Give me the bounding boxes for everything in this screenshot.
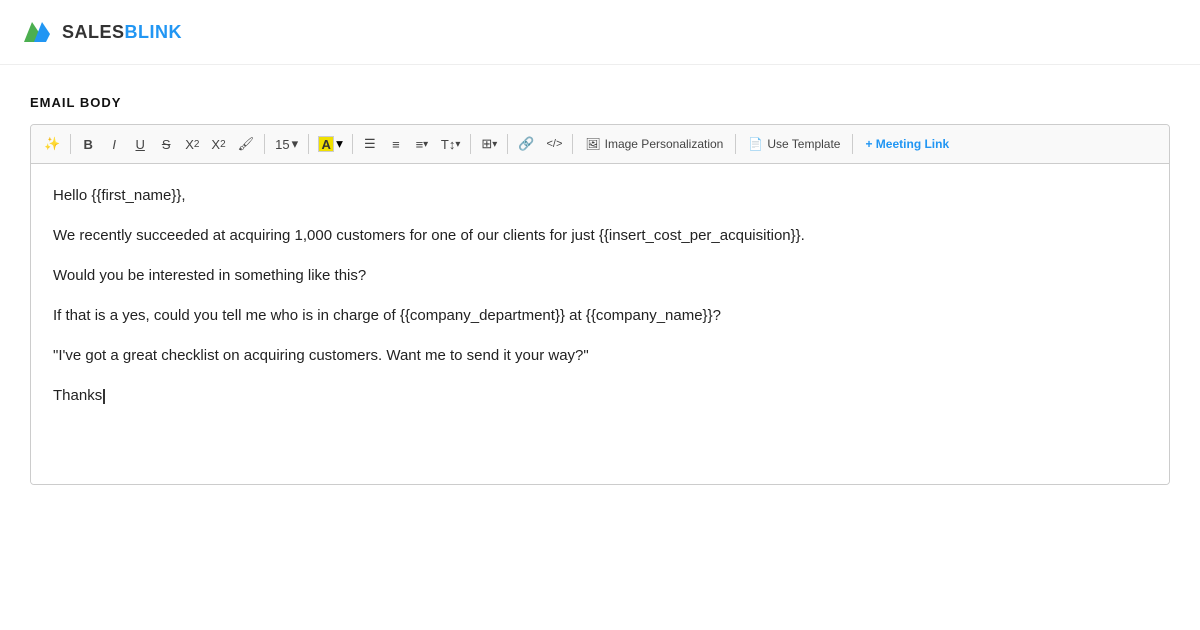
- table-button[interactable]: ⊞ ▾: [476, 131, 502, 157]
- divider-7: [572, 134, 573, 154]
- main-content: EMAIL BODY ✨ B I U S X2 X2 🖌 15 ▾: [0, 65, 1200, 505]
- clear-format-button[interactable]: 🖌: [233, 131, 260, 157]
- logo: SALESBLINK: [20, 14, 182, 50]
- bold-button[interactable]: B: [76, 131, 100, 157]
- subscript-button[interactable]: X2: [206, 131, 230, 157]
- header: SALESBLINK: [0, 0, 1200, 65]
- magic-icon: ✨: [44, 136, 60, 152]
- magic-button[interactable]: ✨: [39, 131, 65, 157]
- color-swatch: A: [318, 136, 334, 152]
- align-button[interactable]: ≡ ▾: [410, 131, 434, 157]
- unordered-list-button[interactable]: ≡: [384, 131, 408, 157]
- divider-9: [852, 134, 853, 154]
- link-icon: 🔗: [518, 136, 534, 152]
- editor-line-4: If that is a yes, could you tell me who …: [53, 304, 1147, 328]
- strikethrough-button[interactable]: S: [154, 131, 178, 157]
- font-size-dropdown-icon: ▾: [292, 136, 299, 152]
- toolbar: ✨ B I U S X2 X2 🖌 15 ▾ A ▾: [31, 125, 1169, 164]
- link-button[interactable]: 🔗: [513, 131, 539, 157]
- font-size-button[interactable]: 15 ▾: [270, 133, 303, 155]
- image-icon: 🖼: [585, 137, 600, 151]
- text-style-icon: T↕: [441, 137, 455, 152]
- divider-5: [470, 134, 471, 154]
- ordered-list-button[interactable]: ☰: [358, 131, 382, 157]
- salesblink-logo-icon: [20, 14, 56, 50]
- logo-sales: SALES: [62, 22, 125, 42]
- meeting-link-label: + Meeting Link: [865, 137, 949, 151]
- clear-format-icon: 🖌: [238, 136, 255, 152]
- ordered-list-icon: ☰: [364, 136, 376, 152]
- code-button[interactable]: </>: [541, 131, 567, 157]
- logo-text: SALESBLINK: [62, 22, 182, 43]
- editor-line-6: Thanks: [53, 384, 1147, 408]
- editor-line-3: Would you be interested in something lik…: [53, 264, 1147, 288]
- table-dropdown-icon: ▾: [492, 139, 497, 150]
- image-personalization-button[interactable]: 🖼 Image Personalization: [578, 134, 730, 154]
- align-dropdown-icon: ▾: [423, 139, 428, 150]
- font-color-button[interactable]: A ▾: [314, 133, 347, 155]
- text-style-dropdown-icon: ▾: [455, 139, 460, 150]
- underline-button[interactable]: U: [128, 131, 152, 157]
- image-personalization-label: Image Personalization: [605, 137, 724, 151]
- editor-line-2: We recently succeeded at acquiring 1,000…: [53, 224, 1147, 248]
- divider-1: [70, 134, 71, 154]
- unordered-list-icon: ≡: [392, 137, 400, 152]
- align-icon: ≡: [416, 137, 424, 152]
- color-letter: A: [321, 137, 330, 152]
- code-icon: </>: [546, 138, 562, 150]
- color-dropdown-icon: ▾: [336, 136, 343, 152]
- editor-line-5: "I've got a great checklist on acquiring…: [53, 344, 1147, 368]
- table-icon: ⊞: [481, 136, 492, 152]
- divider-4: [352, 134, 353, 154]
- use-template-label: Use Template: [767, 137, 840, 151]
- italic-button[interactable]: I: [102, 131, 126, 157]
- template-icon: 📄: [748, 137, 763, 151]
- text-cursor: [103, 389, 105, 404]
- meeting-link-button[interactable]: + Meeting Link: [858, 134, 956, 154]
- editor-line-1: Hello {{first_name}},: [53, 184, 1147, 208]
- divider-6: [507, 134, 508, 154]
- divider-8: [735, 134, 736, 154]
- divider-2: [264, 134, 265, 154]
- superscript-button[interactable]: X2: [180, 131, 204, 157]
- editor-container: ✨ B I U S X2 X2 🖌 15 ▾ A ▾: [30, 124, 1170, 485]
- editor-body[interactable]: Hello {{first_name}}, We recently succee…: [31, 164, 1169, 484]
- logo-blink: BLINK: [125, 22, 183, 42]
- use-template-button[interactable]: 📄 Use Template: [741, 134, 847, 154]
- divider-3: [308, 134, 309, 154]
- font-size-value: 15: [275, 137, 289, 152]
- section-label: EMAIL BODY: [30, 95, 1170, 110]
- editor-line-6-text: Thanks: [53, 387, 102, 404]
- text-style-button[interactable]: T↕ ▾: [436, 131, 465, 157]
